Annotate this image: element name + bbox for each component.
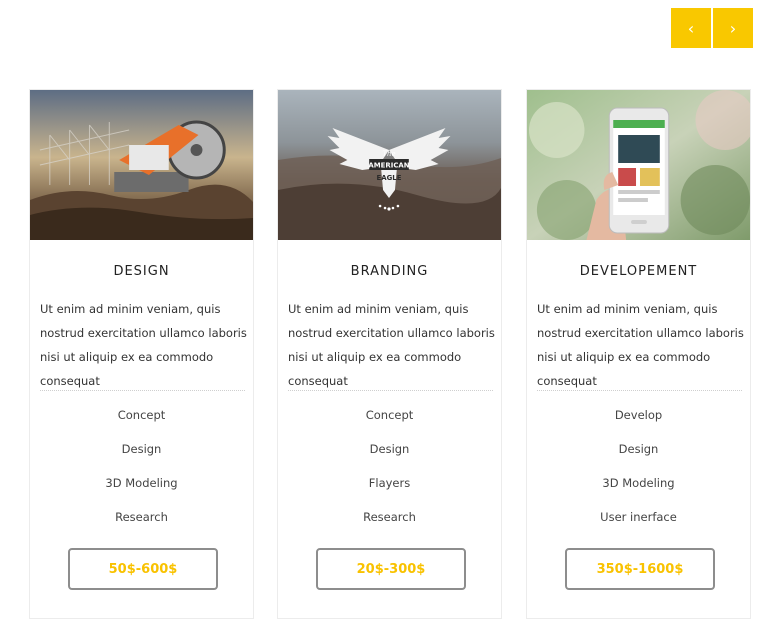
feature-item: Develop: [614, 408, 663, 422]
feature-list: Concept Design Flayers Research: [278, 408, 501, 544]
carousel-next-button[interactable]: ›: [713, 8, 753, 48]
feature-item: Concept: [365, 408, 414, 422]
feature-item: Research: [363, 510, 416, 524]
feature-item: Research: [115, 510, 168, 524]
price-button[interactable]: 50$-600$: [68, 548, 218, 590]
card-title: BRANDING: [350, 264, 429, 279]
feature-list: Develop Design 3D Modeling User inerface: [527, 408, 750, 544]
feature-item: Design: [369, 442, 410, 456]
feature-list: Concept Design 3D Modeling Research: [30, 408, 253, 544]
card-divider: [40, 390, 245, 391]
service-card-development: DEVELOPEMENT Ut enim ad minim veniam, qu…: [526, 89, 751, 619]
feature-item: Design: [121, 442, 162, 456]
card-description: Ut enim ad minim veniam, quis nostrud ex…: [288, 302, 495, 388]
feature-item: User inerface: [600, 510, 677, 524]
chevron-left-icon: ‹: [687, 18, 695, 38]
card-description: Ut enim ad minim veniam, quis nostrud ex…: [40, 302, 247, 388]
card-image-saw: [30, 90, 253, 240]
logo-text-the: The: [382, 150, 395, 158]
logo-text-eagle: EAGLE: [377, 174, 402, 182]
service-card-branding: The AMERICAN EAGLE BRANDING Ut enim ad m…: [277, 89, 502, 619]
logo-text-american: AMERICAN: [368, 161, 409, 169]
feature-item: 3D Modeling: [105, 476, 178, 490]
card-divider: [537, 390, 742, 391]
feature-item: Concept: [117, 408, 166, 422]
card-divider: [288, 390, 493, 391]
card-image-eagle: The AMERICAN EAGLE: [278, 90, 501, 240]
card-title: DESIGN: [113, 264, 170, 279]
feature-item: Flayers: [368, 476, 411, 490]
service-card-design: DESIGN Ut enim ad minim veniam, quis nos…: [29, 89, 254, 619]
feature-item: Design: [618, 442, 659, 456]
card-title: DEVELOPEMENT: [579, 264, 698, 279]
card-image-phone: [527, 90, 750, 240]
carousel-prev-button[interactable]: ‹: [671, 8, 711, 48]
feature-item: 3D Modeling: [602, 476, 675, 490]
card-description: Ut enim ad minim veniam, quis nostrud ex…: [537, 302, 744, 388]
price-button[interactable]: 20$-300$: [316, 548, 466, 590]
price-button[interactable]: 350$-1600$: [565, 548, 715, 590]
chevron-right-icon: ›: [729, 18, 737, 38]
